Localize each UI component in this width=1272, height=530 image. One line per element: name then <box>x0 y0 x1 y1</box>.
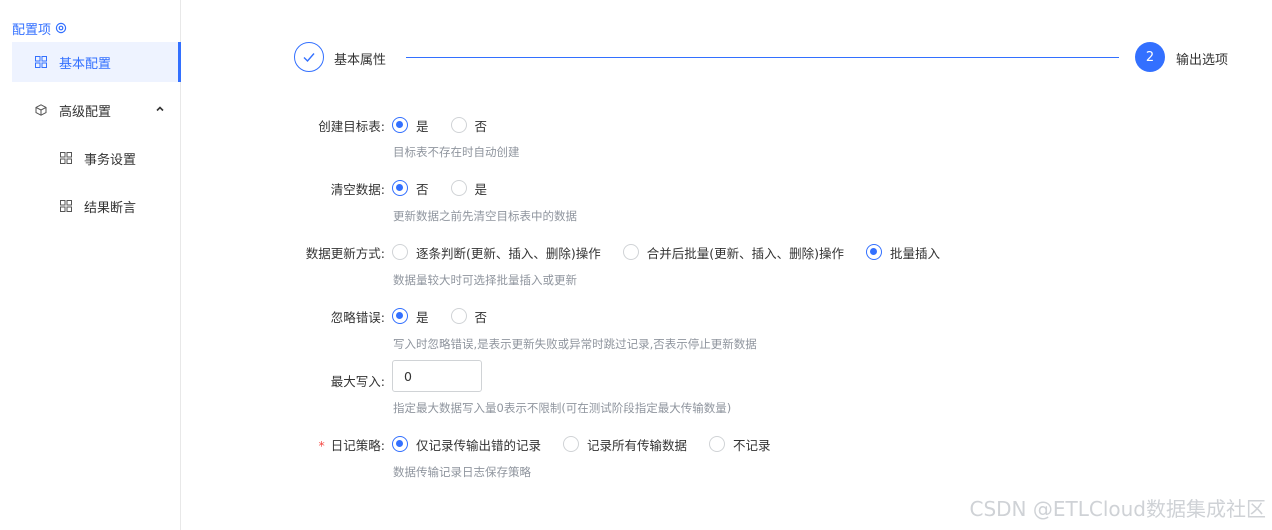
radio-button[interactable] <box>563 436 580 452</box>
field-hint: 数据传输记录日志保存策略 <box>393 465 531 479</box>
max-write-input[interactable] <box>392 360 482 392</box>
steps-bar: 基本属性 2 输出选项 <box>294 42 1244 76</box>
radio-label: 否 <box>416 181 429 197</box>
radio-label: 是 <box>416 118 429 134</box>
radio-button[interactable] <box>392 180 408 196</box>
radio-button[interactable] <box>392 117 408 133</box>
radio-option[interactable]: 是 <box>392 116 429 135</box>
radio-group-log-policy: 仅记录传输出错的记录 记录所有传输数据 不记录 <box>392 432 793 456</box>
sidebar-item-transaction-settings[interactable]: 事务设置 <box>12 138 181 178</box>
radio-button[interactable] <box>392 436 408 452</box>
sidebar-item-basic-config[interactable]: 基本配置 <box>12 42 181 82</box>
radio-option[interactable]: 批量插入 <box>866 243 940 262</box>
sidebar-item-label: 基本配置 <box>59 56 112 72</box>
form-row-clear-data: 清空数据: 否 是 <box>0 176 1272 200</box>
radio-button[interactable] <box>450 117 467 133</box>
field-label: * 日记策略: <box>319 435 385 454</box>
step-connector <box>406 57 1119 58</box>
field-hint: 更新数据之前先清空目标表中的数据 <box>393 209 577 223</box>
radio-label: 否 <box>474 118 488 134</box>
gear-icon[interactable] <box>55 22 67 34</box>
radio-button[interactable] <box>622 244 639 260</box>
watermark: CSDN @ETLCloud数据集成社区 <box>969 497 1266 521</box>
check-icon <box>303 53 315 63</box>
radio-button[interactable] <box>866 244 883 260</box>
radio-label: 否 <box>474 309 488 325</box>
radio-label: 批量插入 <box>890 245 941 261</box>
radio-label: 是 <box>416 309 429 325</box>
form-row-max-write: 最大写入: <box>0 360 1272 392</box>
field-label-text: 日记策略: <box>330 438 385 453</box>
radio-option[interactable]: 否 <box>450 307 488 326</box>
field-label: 创建目标表: <box>318 119 385 134</box>
radio-option[interactable]: 否 <box>450 116 488 135</box>
radio-option[interactable]: 否 <box>392 179 429 198</box>
radio-option[interactable]: 是 <box>392 307 429 326</box>
radio-option[interactable]: 不记录 <box>709 435 771 454</box>
radio-group-clear-data: 否 是 <box>392 176 509 200</box>
field-label: 最大写入: <box>330 374 385 389</box>
radio-button[interactable] <box>450 308 467 324</box>
form-row-create-table: 创建目标表: 是 否 <box>0 113 1272 137</box>
radio-label: 记录所有传输数据 <box>587 437 688 453</box>
radio-label: 合并后批量(更新、插入、删除)操作 <box>646 245 845 261</box>
step-basic-properties[interactable] <box>294 42 324 72</box>
step-label: 输出选项 <box>1176 53 1229 68</box>
step-output-options[interactable]: 2 <box>1135 42 1165 72</box>
sidebar-title-text: 配置项 <box>12 22 52 38</box>
radio-label: 不记录 <box>733 437 771 453</box>
grid-icon <box>60 152 72 164</box>
radio-group-ignore-errors: 是 否 <box>392 304 509 328</box>
form-row-update-mode: 数据更新方式: 逐条判断(更新、插入、删除)操作 合并后批量(更新、插入、删除)… <box>0 240 1272 264</box>
form-row-ignore-errors: 忽略错误: 是 否 <box>0 304 1272 328</box>
required-mark: * <box>318 438 325 453</box>
radio-button[interactable] <box>392 308 408 324</box>
field-label: 清空数据: <box>330 182 385 197</box>
field-label: 忽略错误: <box>330 310 385 325</box>
form-row-log-policy: * 日记策略: 仅记录传输出错的记录 记录所有传输数据 不记录 <box>0 432 1272 456</box>
radio-label: 仅记录传输出错的记录 <box>416 437 542 453</box>
grid-icon <box>60 200 72 212</box>
sidebar-item-label: 事务设置 <box>84 152 137 168</box>
step-number: 2 <box>1145 49 1155 65</box>
radio-option[interactable]: 逐条判断(更新、插入、删除)操作 <box>392 243 601 262</box>
sidebar-title: 配置项 <box>12 19 67 38</box>
field-label: 数据更新方式: <box>305 246 385 261</box>
radio-button[interactable] <box>450 180 467 196</box>
radio-group-create-table: 是 否 <box>392 113 509 137</box>
grid-icon <box>35 56 47 68</box>
radio-label: 是 <box>474 181 488 197</box>
field-hint: 写入时忽略错误,是表示更新失败或异常时跳过记录,否表示停止更新数据 <box>393 337 757 351</box>
field-hint: 目标表不存在时自动创建 <box>393 145 520 159</box>
radio-option[interactable]: 仅记录传输出错的记录 <box>392 435 541 454</box>
radio-group-update-mode: 逐条判断(更新、插入、删除)操作 合并后批量(更新、插入、删除)操作 批量插入 <box>392 240 962 264</box>
field-hint: 数据量较大时可选择批量插入或更新 <box>393 273 577 287</box>
radio-button[interactable] <box>392 244 408 260</box>
radio-option[interactable]: 合并后批量(更新、插入、删除)操作 <box>622 243 845 262</box>
radio-option[interactable]: 是 <box>450 179 488 198</box>
field-hint: 指定最大数据写入量0表示不限制(可在测试阶段指定最大传输数量) <box>393 401 732 415</box>
radio-label: 逐条判断(更新、插入、删除)操作 <box>416 245 601 261</box>
radio-option[interactable]: 记录所有传输数据 <box>563 435 687 454</box>
radio-button[interactable] <box>709 436 726 452</box>
step-label: 基本属性 <box>334 53 387 68</box>
